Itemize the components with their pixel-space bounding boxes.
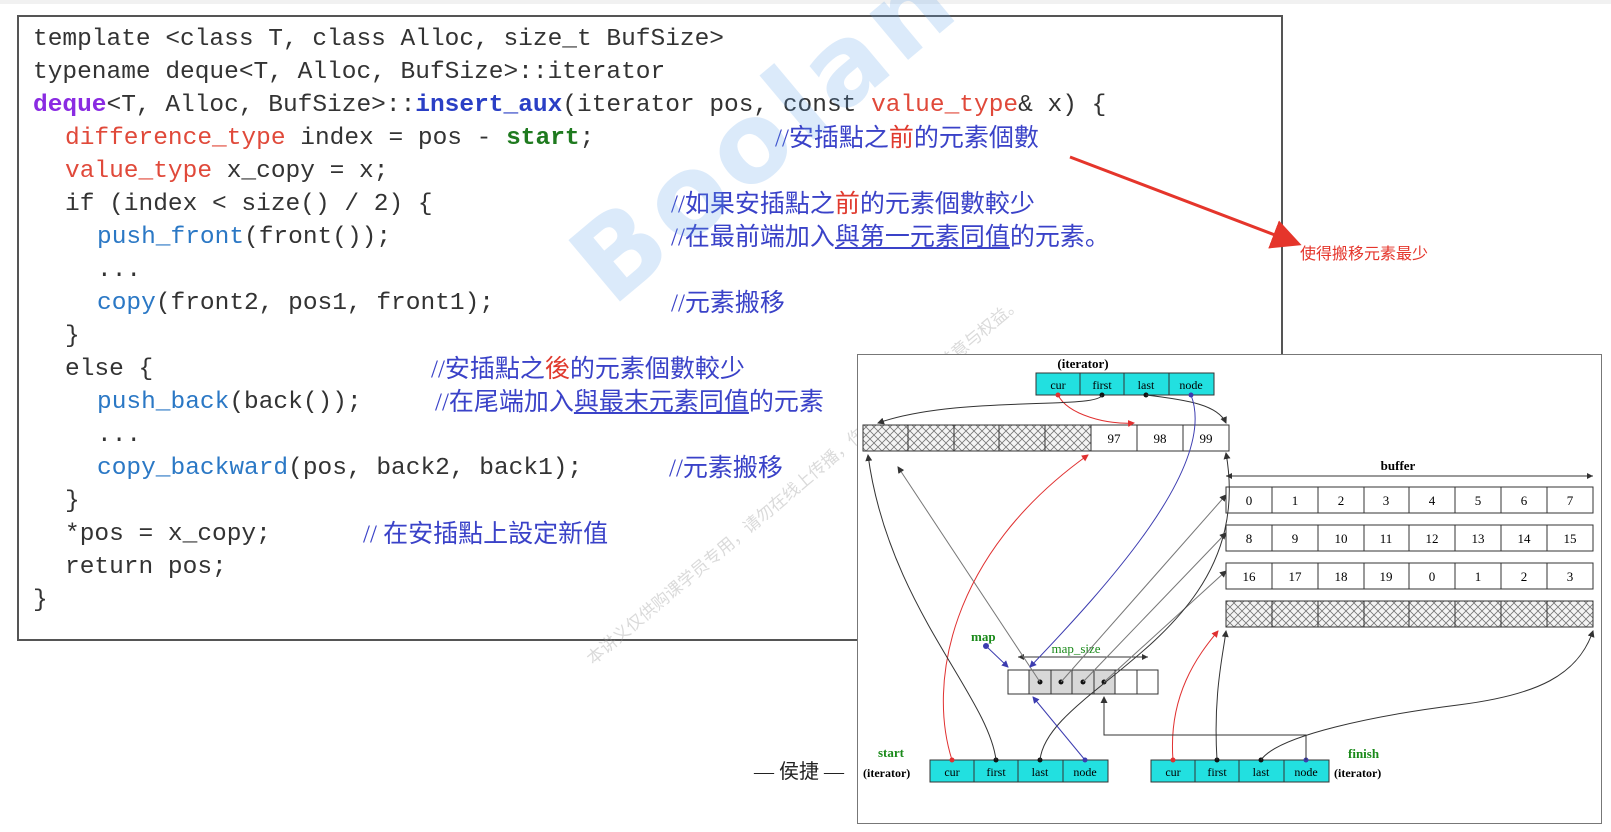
deque-diagram-svg: (iterator) cur first last node 97 98 99 bbox=[862, 356, 1595, 783]
top-iterator: cur first last node bbox=[1035, 372, 1215, 396]
top-iterator-label: (iterator) bbox=[1057, 356, 1108, 371]
buffer-cell: 3 bbox=[1383, 493, 1390, 508]
buffer-label: buffer bbox=[1381, 458, 1416, 473]
author-credit: — 侯捷 — bbox=[754, 761, 844, 783]
buffer-cell: 4 bbox=[1429, 493, 1436, 508]
map-size-label: map_size bbox=[1051, 641, 1100, 656]
deque-diagram: (iterator) cur first last node 97 98 99 bbox=[857, 354, 1602, 824]
buffer-cell: 18 bbox=[1335, 569, 1348, 584]
buffer-row-2: 8 9 10 11 12 13 14 15 bbox=[1225, 524, 1594, 552]
buffer-cell: 2 bbox=[1521, 569, 1528, 584]
buffer-cell: 14 bbox=[1518, 531, 1532, 546]
field-first: first bbox=[1092, 378, 1112, 392]
buffer-cell: 9 bbox=[1292, 531, 1299, 546]
buffer-cell: 1 bbox=[1292, 493, 1299, 508]
buffer-cell: 7 bbox=[1567, 493, 1574, 508]
buffer-cell: 17 bbox=[1289, 569, 1303, 584]
finish-iterator: cur first last node bbox=[1150, 759, 1330, 783]
buffer-cell: 97 bbox=[1108, 431, 1122, 446]
buffer-cell: 13 bbox=[1472, 531, 1485, 546]
buffer-cell: 10 bbox=[1335, 531, 1348, 546]
buffer-row-3: 16 17 18 19 0 1 2 3 bbox=[1225, 562, 1594, 590]
field-first: first bbox=[1207, 765, 1227, 779]
top-buffer-empty bbox=[862, 424, 1092, 452]
finish-iterator-label: (iterator) bbox=[1334, 766, 1381, 780]
buffer-cell: 98 bbox=[1154, 431, 1167, 446]
top-buffer: 97 98 99 bbox=[862, 424, 1230, 452]
field-last: last bbox=[1032, 765, 1049, 779]
start-iterator-label: (iterator) bbox=[863, 766, 910, 780]
buffer-cell: 12 bbox=[1426, 531, 1439, 546]
field-cur: cur bbox=[1165, 765, 1180, 779]
buffer-cell: 15 bbox=[1564, 531, 1577, 546]
buffer-cell: 99 bbox=[1200, 431, 1213, 446]
field-cur: cur bbox=[1050, 378, 1065, 392]
start-iterator: cur first last node bbox=[929, 759, 1109, 783]
finish-label: finish bbox=[1348, 746, 1380, 761]
buffer-cell: 8 bbox=[1246, 531, 1253, 546]
buffer-cell: 1 bbox=[1475, 569, 1482, 584]
buffer-cell: 11 bbox=[1380, 531, 1393, 546]
field-cur: cur bbox=[944, 765, 959, 779]
field-last: last bbox=[1253, 765, 1270, 779]
buffer-cell: 19 bbox=[1380, 569, 1393, 584]
buffer-cell: 6 bbox=[1521, 493, 1528, 508]
field-last: last bbox=[1138, 378, 1155, 392]
field-node: node bbox=[1294, 765, 1317, 779]
buffer-cell: 0 bbox=[1429, 569, 1436, 584]
field-first: first bbox=[986, 765, 1006, 779]
field-node: node bbox=[1073, 765, 1096, 779]
buffer-row-4-empty bbox=[1225, 600, 1594, 628]
buffer-cell: 5 bbox=[1475, 493, 1482, 508]
buffer-cell: 2 bbox=[1338, 493, 1345, 508]
map-label: map bbox=[971, 629, 996, 644]
buffer-row-1: 0 1 2 3 4 5 6 7 bbox=[1225, 486, 1594, 514]
start-label: start bbox=[878, 745, 905, 760]
buffer-cell: 16 bbox=[1243, 569, 1257, 584]
buffer-cell: 0 bbox=[1246, 493, 1253, 508]
annotation-note: 使得搬移元素最少 bbox=[1300, 244, 1429, 263]
field-node: node bbox=[1179, 378, 1202, 392]
buffer-cell: 3 bbox=[1567, 569, 1574, 584]
